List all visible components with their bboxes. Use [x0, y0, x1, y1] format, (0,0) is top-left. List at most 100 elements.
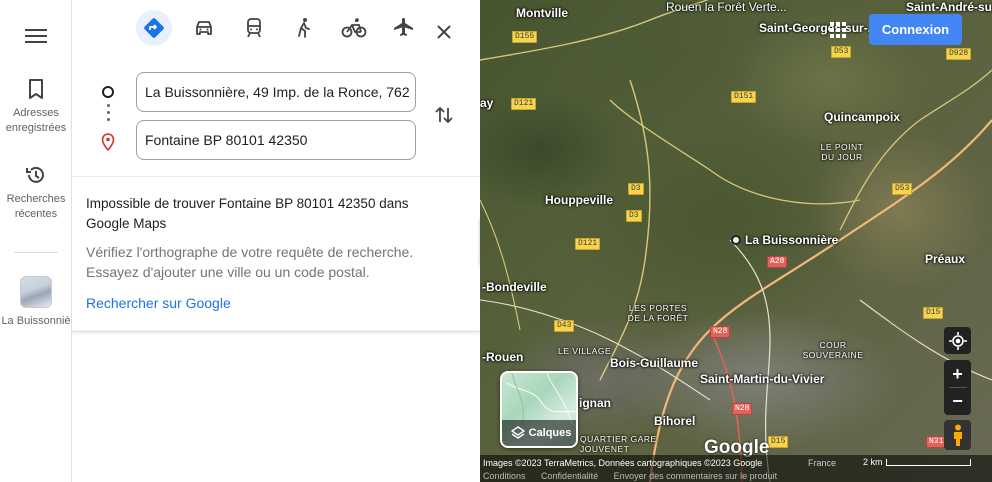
mode-cycling[interactable]: [336, 10, 372, 46]
walking-icon: [298, 18, 310, 38]
place-bondeville[interactable]: -Bondeville: [482, 280, 547, 294]
country-label[interactable]: France: [808, 458, 836, 468]
layers-button[interactable]: Calques: [500, 371, 578, 448]
rail-divider: [14, 252, 58, 253]
place-rouen[interactable]: -Rouen: [482, 350, 523, 364]
place-le-village[interactable]: LE VILLAGE: [558, 346, 611, 356]
terms-link[interactable]: Conditions: [483, 471, 526, 481]
place-quincampoix[interactable]: Quincampoix: [824, 110, 900, 124]
road-label: D3: [628, 183, 644, 195]
history-icon: [26, 166, 44, 183]
road-label: D15: [923, 307, 944, 319]
place-cour-souveraine[interactable]: COUR SOUVERAINE: [798, 340, 868, 360]
feedback-link[interactable]: Envoyer des commentaires sur le produit: [614, 471, 778, 481]
road-label: D15: [768, 436, 789, 448]
bookmark-icon: [29, 79, 43, 99]
menu-icon[interactable]: [24, 26, 48, 46]
directions-panel: La Buissonnière, 49 Imp. de la Ronce, 76…: [72, 0, 480, 482]
road-label: D155: [512, 31, 538, 43]
recent-place-item[interactable]: La Buissonniè: [0, 276, 72, 329]
road-label: D43: [554, 320, 575, 332]
destination-input[interactable]: Fontaine BP 80101 42350: [136, 120, 416, 160]
location-marker[interactable]: [731, 235, 741, 245]
street-view-pegman-button[interactable]: [944, 420, 971, 450]
place-thumbnail: [20, 276, 52, 308]
panel-bottom-edge: [72, 331, 480, 332]
road-label: D151: [731, 91, 757, 103]
place-portes-foret[interactable]: LES PORTES DE LA FORÊT: [623, 303, 693, 323]
privacy-link[interactable]: Confidentialité: [541, 471, 598, 481]
mode-walking[interactable]: [286, 10, 322, 46]
message-title: Impossible de trouver Fontaine BP 80101 …: [86, 196, 409, 231]
place-preaux[interactable]: Préaux: [925, 252, 965, 266]
my-location-icon: [948, 331, 967, 350]
not-found-message: Impossible de trouver Fontaine BP 80101 …: [86, 194, 446, 311]
place-saint-andre[interactable]: Saint-André-sur-: [906, 0, 992, 14]
map-canvas[interactable]: Montville Rouen la Forêt Verte... Saint-…: [480, 0, 992, 482]
scale-bar[interactable]: [886, 459, 971, 466]
mode-flights[interactable]: [386, 10, 422, 46]
place-houppeville[interactable]: Houppeville: [545, 193, 613, 207]
layers-label: Calques: [528, 427, 572, 439]
route-dots-icon: [107, 104, 110, 125]
search-on-google-link[interactable]: Rechercher sur Google: [86, 295, 446, 311]
zoom-out-button[interactable]: −: [952, 388, 963, 414]
zoom-in-button[interactable]: +: [952, 361, 963, 387]
directions-icon: [144, 18, 164, 38]
train-icon: [247, 18, 261, 38]
place-la-buissonniere[interactable]: La Buissonnière: [745, 233, 838, 247]
swap-icon[interactable]: [434, 104, 454, 126]
place-montville[interactable]: Montville: [516, 6, 568, 20]
road-label: N28: [710, 326, 731, 338]
place-point-du-jour[interactable]: LE POINT DU JOUR: [817, 142, 867, 162]
origin-input[interactable]: La Buissonnière, 49 Imp. de la Ronce, 76…: [136, 72, 416, 112]
destination-pin-icon: [101, 133, 115, 151]
car-icon: [196, 21, 212, 35]
place-ay[interactable]: ay: [480, 96, 493, 110]
my-location-button[interactable]: [944, 327, 971, 354]
road-label: N28: [732, 403, 753, 415]
footer-links: Conditions Confidentialité Envoyer des c…: [483, 471, 790, 481]
map-footer: Images ©2023 TerraMetrics, Données carto…: [480, 455, 992, 482]
road-label: D928: [946, 48, 972, 60]
place-bois-guillaume[interactable]: Bois-Guillaume: [610, 356, 698, 370]
origin-circle-icon: [102, 86, 114, 98]
layers-thumbnail-lines: [506, 373, 576, 425]
panel-divider: [72, 176, 480, 177]
road-label: A28: [767, 256, 788, 268]
road-label: D53: [892, 183, 913, 195]
saved-button[interactable]: Adresses enregistrées: [0, 78, 72, 136]
layers-icon: [510, 426, 525, 439]
sign-in-button[interactable]: Connexion: [869, 14, 962, 45]
road-label: D121: [575, 238, 601, 250]
saved-label: Adresses enregistrées: [5, 107, 67, 134]
mode-best-route[interactable]: [136, 10, 172, 46]
place-bihorel[interactable]: Bihorel: [654, 414, 695, 428]
mode-driving[interactable]: [186, 10, 222, 46]
road-label: D53: [831, 46, 852, 58]
message-body: Vérifiez l'orthographe de votre requête …: [86, 244, 414, 280]
road-label: D3: [626, 210, 642, 222]
pegman-icon: [953, 424, 962, 446]
apps-grid-icon[interactable]: [830, 22, 846, 38]
mode-transit[interactable]: [236, 10, 272, 46]
place-saint-georges[interactable]: Saint-Georges-sur-...: [759, 21, 878, 35]
close-icon[interactable]: [432, 20, 456, 44]
zoom-controls: + −: [944, 360, 971, 415]
place-saint-martin[interactable]: Saint-Martin-du-Vivier: [700, 372, 824, 386]
travel-modes: [136, 10, 422, 46]
layers-label-bar: Calques: [502, 420, 576, 446]
road-label: D121: [511, 98, 537, 110]
recent-button[interactable]: Recherches récentes: [0, 164, 72, 222]
airplane-icon: [394, 18, 413, 36]
google-maps-app: Adresses enregistrées Recherches récente…: [0, 0, 992, 482]
bicycle-icon: [341, 18, 367, 38]
attribution-text[interactable]: Images ©2023 TerraMetrics, Données carto…: [483, 458, 762, 468]
recent-label: Recherches récentes: [6, 193, 66, 220]
place-label: La Buissonniè: [1, 315, 71, 327]
place-rouen-foret[interactable]: Rouen la Forêt Verte...: [666, 0, 787, 14]
origin-value: La Buissonnière, 49 Imp. de la Ronce, 76…: [145, 84, 410, 100]
scale-label[interactable]: 2 km: [863, 457, 883, 467]
place-quartier-gare[interactable]: QUARTIER GARE JOUVENET: [580, 434, 670, 454]
place-agnan[interactable]: ignan: [579, 396, 611, 410]
